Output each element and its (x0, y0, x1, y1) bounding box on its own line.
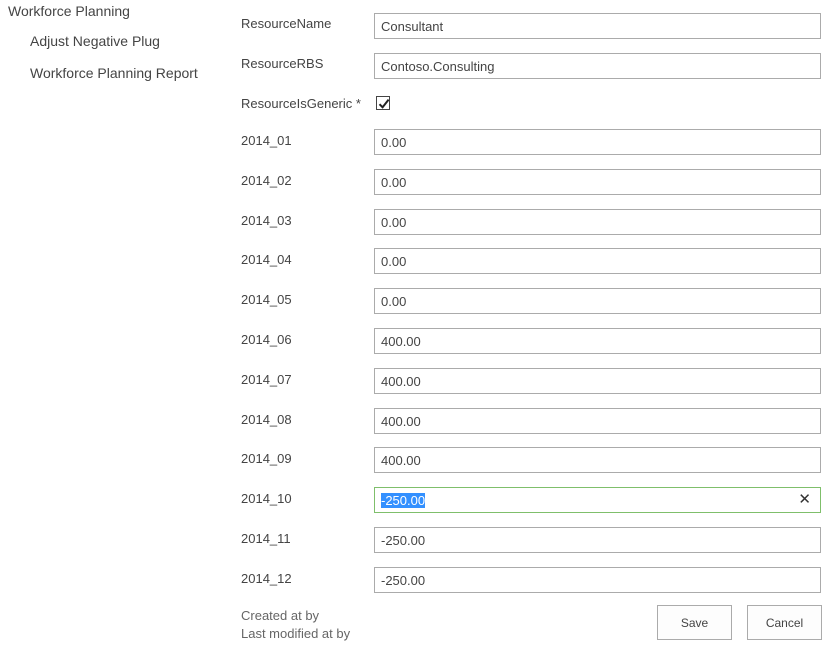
period-label-2014_09: 2014_09 (241, 451, 292, 466)
period-field-box-2014_07 (374, 368, 821, 394)
period-field-box-2014_09 (374, 447, 821, 473)
period-input-2014_02[interactable] (375, 170, 820, 194)
checkmark-icon (378, 98, 390, 109)
nav-item-adjust-negative-plug[interactable]: Adjust Negative Plug (30, 31, 205, 51)
period-input-2014_05[interactable] (375, 289, 820, 313)
period-field-box-2014_11 (374, 527, 821, 553)
period-input-2014_10[interactable] (375, 488, 820, 512)
period-field-box-2014_03 (374, 209, 821, 235)
period-field-box-2014_02 (374, 169, 821, 195)
cancel-button[interactable]: Cancel (747, 605, 822, 640)
period-field-box-2014_01 (374, 129, 821, 155)
period-label-2014_03: 2014_03 (241, 213, 292, 228)
nav-item-workforce-planning-report[interactable]: Workforce Planning Report (30, 63, 205, 83)
modified-info: Last modified at by (241, 626, 351, 641)
period-label-2014_01: 2014_01 (241, 133, 292, 148)
period-input-2014_01[interactable] (375, 130, 820, 154)
nav-heading-workforce-planning[interactable]: Workforce Planning (8, 3, 130, 19)
resource-name-field-box (374, 13, 821, 39)
period-input-2014_09[interactable] (375, 448, 820, 472)
period-input-2014_12[interactable] (375, 568, 820, 592)
period-label-2014_04: 2014_04 (241, 252, 292, 267)
close-icon[interactable]: ✕ (798, 491, 811, 509)
resource-name-input[interactable] (375, 14, 820, 38)
period-label-2014_05: 2014_05 (241, 292, 292, 307)
period-input-2014_07[interactable] (375, 369, 820, 393)
period-field-box-2014_06 (374, 328, 821, 354)
period-input-2014_11[interactable] (375, 528, 820, 552)
resource-rbs-label: ResourceRBS (241, 56, 324, 71)
period-input-2014_04[interactable] (375, 249, 820, 273)
period-field-box-2014_12 (374, 567, 821, 593)
period-label-2014_08: 2014_08 (241, 412, 292, 427)
period-label-2014_07: 2014_07 (241, 372, 292, 387)
period-field-box-2014_04 (374, 248, 821, 274)
period-field-box-2014_05 (374, 288, 821, 314)
created-info: Created at by (241, 608, 320, 623)
period-label-2014_10: 2014_10 (241, 491, 292, 506)
period-input-2014_03[interactable] (375, 210, 820, 234)
period-field-box-2014_08 (374, 408, 821, 434)
save-button[interactable]: Save (657, 605, 732, 640)
period-label-2014_11: 2014_11 (241, 531, 291, 546)
period-input-2014_06[interactable] (375, 329, 820, 353)
resource-name-label: ResourceName (241, 16, 332, 31)
period-label-2014_06: 2014_06 (241, 332, 292, 347)
period-label-2014_12: 2014_12 (241, 571, 292, 586)
resource-is-generic-label: ResourceIsGeneric * (241, 96, 361, 111)
period-label-2014_02: 2014_02 (241, 173, 292, 188)
resource-is-generic-checkbox[interactable] (376, 96, 390, 110)
period-input-2014_08[interactable] (375, 409, 820, 433)
resource-rbs-input[interactable] (375, 54, 820, 78)
period-field-box-2014_10: ✕ (374, 487, 821, 513)
resource-rbs-field-box (374, 53, 821, 79)
